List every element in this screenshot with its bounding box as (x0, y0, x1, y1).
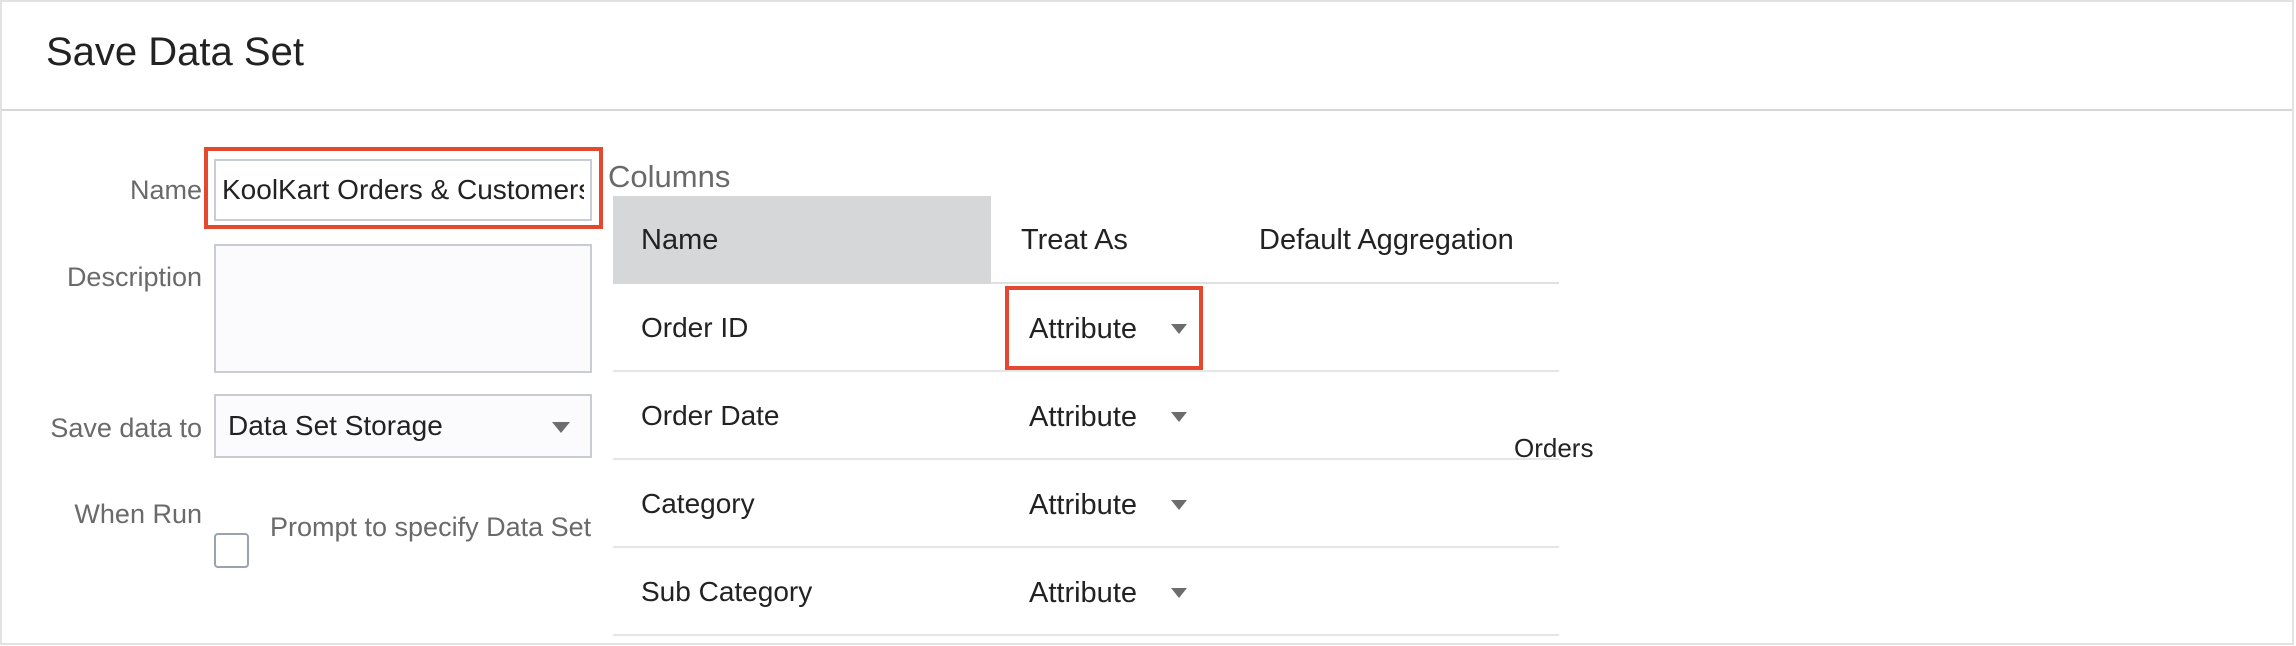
chevron-down-icon (1171, 324, 1187, 334)
save-data-to-value: Data Set Storage (228, 410, 443, 441)
column-header-treat-as[interactable]: Treat As (1021, 196, 1128, 284)
table-row: Sub Category Attribute (613, 548, 1559, 636)
table-row: Order Date Attribute (613, 372, 1559, 460)
prompt-checkbox-label: Prompt to specify Data Set (270, 512, 592, 542)
chevron-down-icon (1171, 588, 1187, 598)
dialog-title: Save Data Set (46, 30, 304, 74)
chevron-down-icon (1171, 500, 1187, 510)
treat-as-value: Attribute (1029, 313, 1137, 345)
table-header: Name Treat As Default Aggregation (613, 196, 1559, 284)
table-row: Category Attribute (613, 460, 1559, 548)
prompt-checkbox[interactable] (214, 533, 249, 568)
treat-as-dropdown[interactable]: Attribute (1029, 284, 1187, 374)
column-header-default-aggregation[interactable]: Default Aggregation (1259, 196, 1514, 284)
save-data-to-select[interactable]: Data Set Storage (214, 394, 592, 458)
name-input[interactable] (214, 159, 592, 221)
row-name: Category (641, 488, 755, 519)
chevron-down-icon (1171, 412, 1187, 422)
treat-as-value: Attribute (1029, 401, 1137, 433)
treat-as-value: Attribute (1029, 489, 1137, 521)
treat-as-value: Attribute (1029, 577, 1137, 609)
treat-as-dropdown[interactable]: Attribute (1029, 548, 1187, 638)
column-header-name[interactable]: Name (613, 196, 991, 284)
columns-title: Columns (608, 159, 731, 194)
columns-table: Name Treat As Default Aggregation Order … (613, 196, 1559, 636)
name-label: Name (129, 175, 202, 205)
row-name: Order Date (641, 400, 780, 431)
when-run-label: When Run (74, 499, 202, 529)
description-textarea[interactable] (214, 244, 592, 373)
save-data-to-label: Save data to (50, 413, 202, 443)
save-data-set-dialog: Save Data Set Name Description Save data… (0, 0, 2294, 645)
treat-as-dropdown[interactable]: Attribute (1029, 460, 1187, 550)
table-row: Order ID Attribute (613, 284, 1559, 372)
dialog-header: Save Data Set (2, 2, 2292, 111)
row-name: Order ID (641, 312, 749, 343)
row-name: Sub Category (641, 576, 813, 607)
orders-label: Orders (1514, 433, 1594, 463)
chevron-down-icon (552, 422, 570, 433)
treat-as-dropdown[interactable]: Attribute (1029, 372, 1187, 462)
description-label: Description (66, 262, 202, 292)
